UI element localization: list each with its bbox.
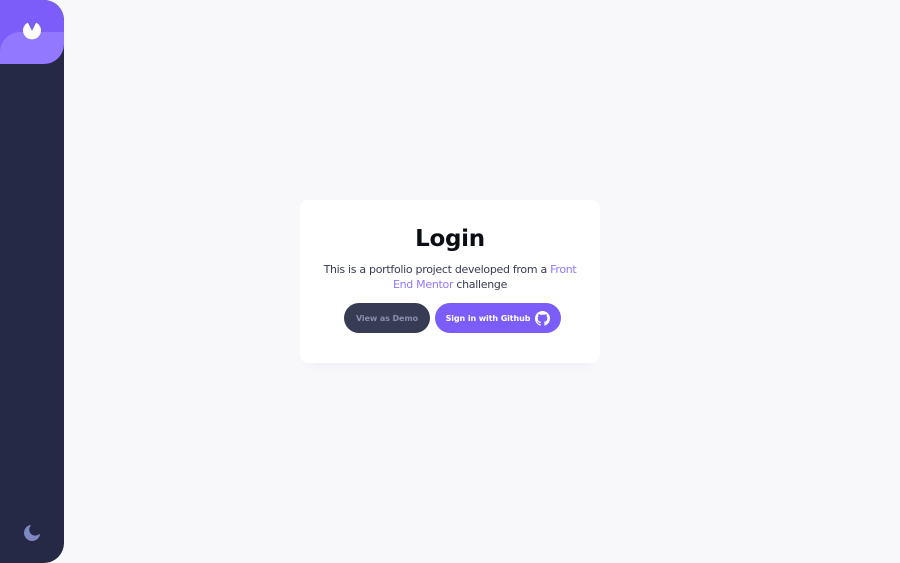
theme-toggle[interactable]: [23, 525, 40, 541]
description-text-end: challenge: [453, 278, 508, 291]
sign-in-github-label: Sign in with Github: [445, 313, 531, 323]
login-description: This is a portfolio project developed fr…: [312, 262, 588, 292]
page-title: Login: [415, 226, 485, 252]
moon-icon: [23, 525, 40, 541]
github-icon: [535, 310, 551, 326]
app-logo-icon: [23, 22, 41, 40]
sidebar: [0, 0, 64, 563]
sign-in-github-button[interactable]: Sign in with Github: [435, 303, 561, 333]
view-as-demo-label: View as Demo: [355, 313, 419, 323]
description-text: This is a portfolio project developed fr…: [323, 263, 551, 276]
view-as-demo-button[interactable]: View as Demo: [344, 303, 430, 333]
logo[interactable]: [0, 0, 64, 64]
login-card: Login This is a portfolio project develo…: [300, 200, 600, 363]
